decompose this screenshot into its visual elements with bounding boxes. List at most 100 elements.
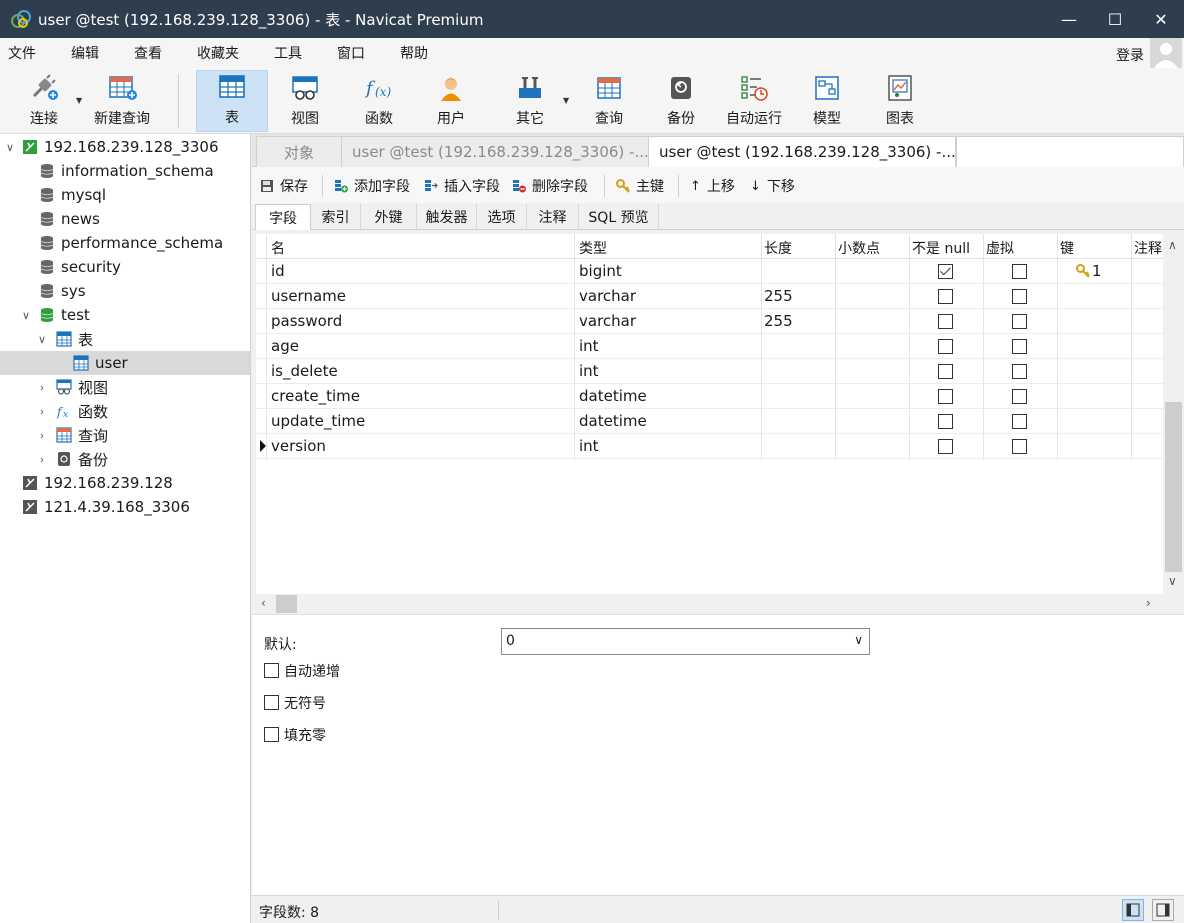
field-type-cell[interactable]: int — [579, 337, 599, 355]
field-name-cell[interactable]: is_delete — [271, 362, 338, 380]
column-header-decimals[interactable]: 小数点 — [838, 238, 880, 258]
virtual-checkbox[interactable] — [1012, 289, 1027, 304]
move-down-button[interactable]: ↓ 下移 — [750, 176, 795, 196]
field-name-cell[interactable]: age — [271, 337, 299, 355]
scroll-right-icon[interactable]: › — [1146, 596, 1151, 610]
field-row[interactable]: update_time datetime — [256, 409, 1163, 434]
collapse-arrow-icon[interactable]: ∨ — [4, 141, 16, 154]
expand-arrow-icon[interactable]: › — [36, 405, 48, 418]
zerofill-checkbox[interactable] — [264, 727, 279, 742]
tree-db-information-schema[interactable]: information_schema — [0, 159, 250, 183]
tree-db-sys[interactable]: sys — [0, 279, 250, 303]
expand-arrow-icon[interactable]: › — [36, 429, 48, 442]
menu-edit[interactable]: 编辑 — [63, 43, 114, 63]
tree-backups-folder[interactable]: › 备份 — [0, 447, 250, 471]
subtab-comment[interactable]: 注释 — [527, 204, 579, 230]
avatar[interactable] — [1150, 38, 1182, 68]
key-cell[interactable]: 1 — [1076, 262, 1102, 280]
not-null-checkbox[interactable] — [938, 439, 953, 454]
field-name-cell[interactable]: username — [271, 287, 346, 305]
other-dropdown-icon[interactable]: ▼ — [563, 96, 569, 105]
login-link[interactable]: 登录 — [1116, 45, 1144, 65]
backup-button[interactable]: 备份 — [652, 70, 710, 132]
column-header-virtual[interactable]: 虚拟 — [986, 238, 1014, 258]
maximize-button[interactable]: ☐ — [1092, 0, 1138, 38]
table-button[interactable]: 表 — [196, 70, 268, 132]
grid-view-button[interactable] — [1122, 899, 1144, 921]
unsigned-checkbox[interactable] — [264, 695, 279, 710]
grid-horizontal-scrollbar[interactable]: ‹ › — [256, 594, 1163, 614]
virtual-checkbox[interactable] — [1012, 339, 1027, 354]
field-type-cell[interactable]: datetime — [579, 412, 647, 430]
field-name-cell[interactable]: password — [271, 312, 342, 330]
scroll-left-icon[interactable]: ‹ — [261, 596, 266, 610]
field-type-cell[interactable]: int — [579, 437, 599, 455]
menu-tools[interactable]: 工具 — [266, 43, 317, 63]
tree-db-news[interactable]: news — [0, 207, 250, 231]
tree-queries-folder[interactable]: › 查询 — [0, 423, 250, 447]
virtual-checkbox[interactable] — [1012, 414, 1027, 429]
menu-window[interactable]: 窗口 — [329, 43, 380, 63]
field-type-cell[interactable]: datetime — [579, 387, 647, 405]
virtual-checkbox[interactable] — [1012, 364, 1027, 379]
field-row[interactable]: version int — [256, 434, 1163, 459]
tree-functions-folder[interactable]: › fx 函数 — [0, 399, 250, 423]
tree-db-mysql[interactable]: mysql — [0, 183, 250, 207]
tree-connection-121-4-39-168-3306[interactable]: 121.4.39.168_3306 — [0, 495, 250, 519]
add-field-button[interactable]: 添加字段 — [334, 176, 410, 196]
tree-views-folder[interactable]: › 视图 — [0, 375, 250, 399]
menu-view[interactable]: 查看 — [126, 43, 177, 63]
field-length-cell[interactable]: 255 — [764, 312, 793, 330]
model-button[interactable]: 模型 — [800, 70, 854, 132]
field-name-cell[interactable]: create_time — [271, 387, 360, 405]
column-header-name[interactable]: 名 — [271, 238, 285, 258]
save-button[interactable]: 保存 — [260, 176, 308, 196]
auto-run-button[interactable]: 自动运行 — [718, 70, 790, 132]
form-view-button[interactable] — [1152, 899, 1174, 921]
column-header-not-null[interactable]: 不是 null — [912, 238, 970, 258]
tree-db-security[interactable]: security — [0, 255, 250, 279]
new-query-button[interactable]: 新建查询 — [88, 70, 156, 132]
column-header-comment[interactable]: 注释 — [1134, 238, 1162, 258]
view-button[interactable]: 视图 — [276, 70, 334, 132]
virtual-checkbox[interactable] — [1012, 264, 1027, 279]
tree-tables-folder[interactable]: ∨ 表 — [0, 327, 250, 351]
tree-table-user[interactable]: user — [0, 351, 250, 375]
tab-objects[interactable]: 对象 — [256, 136, 342, 167]
not-null-checkbox[interactable] — [938, 289, 953, 304]
connect-button[interactable]: 连接 — [16, 70, 72, 132]
field-name-cell[interactable]: version — [271, 437, 326, 455]
menu-help[interactable]: 帮助 — [392, 43, 443, 63]
minimize-button[interactable]: — — [1046, 0, 1092, 38]
scrollbar-thumb[interactable] — [276, 595, 297, 613]
delete-field-button[interactable]: 删除字段 — [512, 176, 588, 196]
not-null-checkbox[interactable] — [938, 264, 953, 279]
menu-favorites[interactable]: 收藏夹 — [189, 43, 254, 63]
subtab-sql-preview[interactable]: SQL 预览 — [579, 204, 659, 230]
menu-file[interactable]: 文件 — [0, 43, 51, 63]
default-value-select[interactable]: 0 ∨ — [501, 628, 870, 655]
not-null-checkbox[interactable] — [938, 339, 953, 354]
field-type-cell[interactable]: bigint — [579, 262, 622, 280]
virtual-checkbox[interactable] — [1012, 314, 1027, 329]
virtual-checkbox[interactable] — [1012, 389, 1027, 404]
field-row[interactable]: username varchar 255 — [256, 284, 1163, 309]
not-null-checkbox[interactable] — [938, 414, 953, 429]
subtab-indexes[interactable]: 索引 — [311, 204, 361, 230]
field-row[interactable]: age int — [256, 334, 1163, 359]
subtab-triggers[interactable]: 触发器 — [417, 204, 477, 230]
subtab-foreign-keys[interactable]: 外键 — [361, 204, 417, 230]
move-up-button[interactable]: ↑ 上移 — [690, 176, 735, 196]
function-button[interactable]: f (x) 函数 — [350, 70, 408, 132]
connect-dropdown-icon[interactable]: ▼ — [76, 96, 82, 105]
not-null-checkbox[interactable] — [938, 314, 953, 329]
subtab-options[interactable]: 选项 — [477, 204, 527, 230]
tree-connection-192-168-239-128-3306[interactable]: ∨ 192.168.239.128_3306 — [0, 135, 250, 159]
virtual-checkbox[interactable] — [1012, 439, 1027, 454]
tree-db-test[interactable]: ∨ test — [0, 303, 250, 327]
collapse-arrow-icon[interactable]: ∨ — [20, 309, 32, 322]
field-type-cell[interactable]: varchar — [579, 312, 636, 330]
grid-vertical-scrollbar[interactable]: ∧ ∨ — [1163, 234, 1184, 594]
tree-connection-192-168-239-128[interactable]: 192.168.239.128 — [0, 471, 250, 495]
field-type-cell[interactable]: varchar — [579, 287, 636, 305]
